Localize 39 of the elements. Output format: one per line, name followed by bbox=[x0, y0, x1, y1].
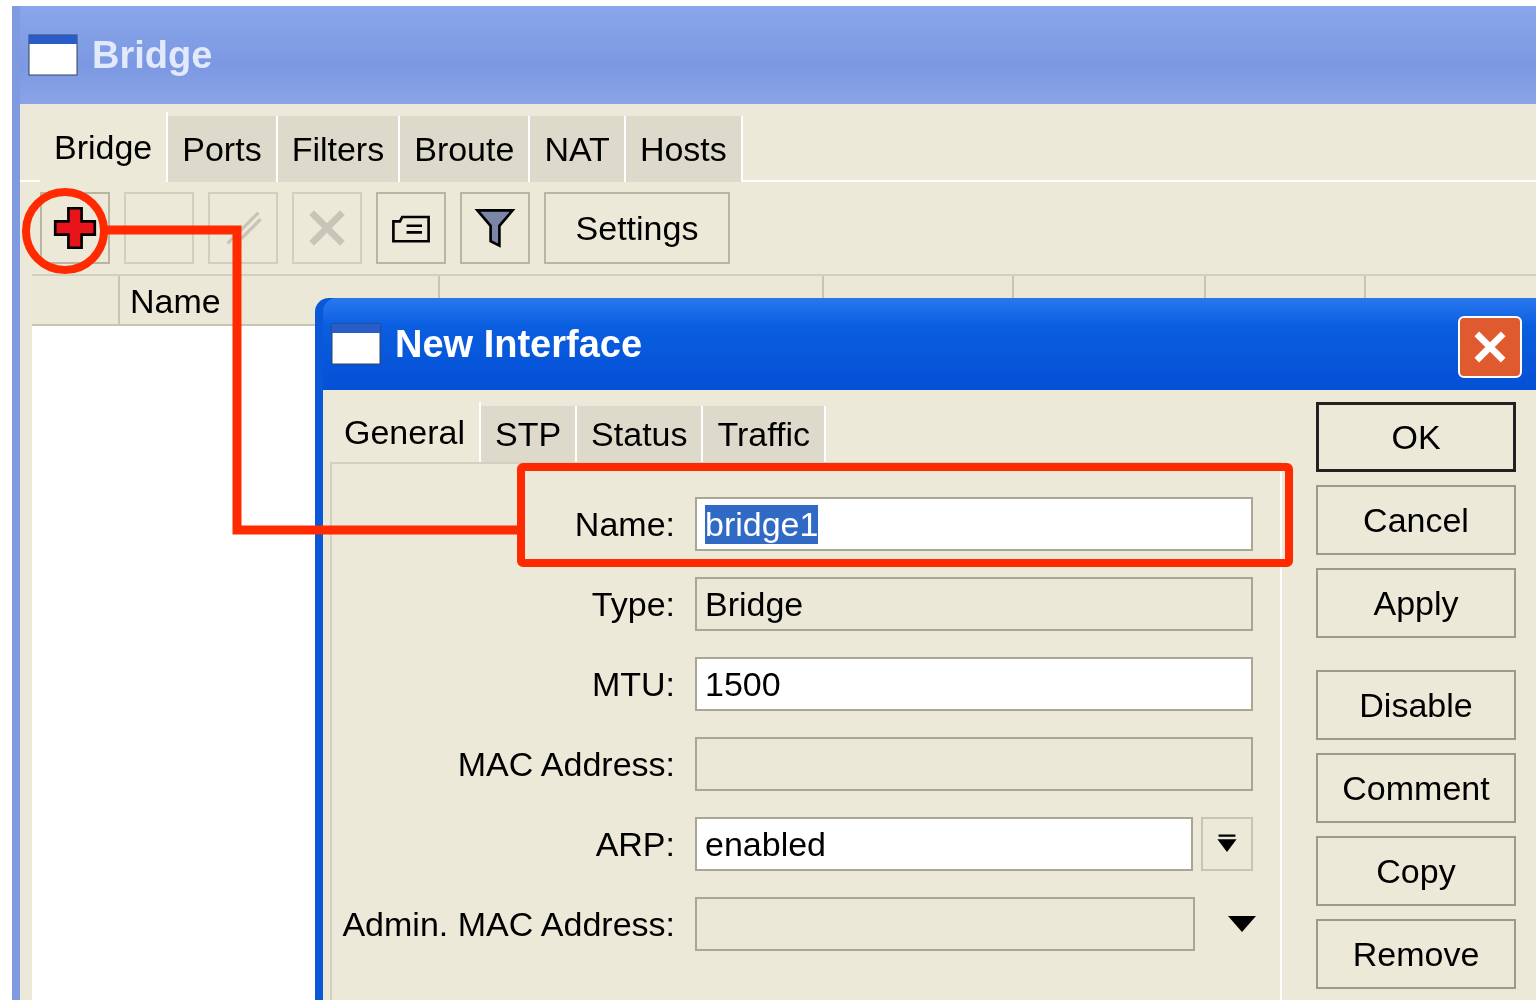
input-field[interactable] bbox=[695, 737, 1253, 791]
dialog-button[interactable]: Disable bbox=[1316, 670, 1516, 740]
input-field[interactable] bbox=[695, 897, 1195, 951]
tab[interactable]: Ports bbox=[168, 116, 278, 182]
close-button[interactable] bbox=[1458, 316, 1522, 378]
dropdown-button[interactable] bbox=[1201, 817, 1253, 871]
dropdown-field[interactable]: enabled bbox=[695, 817, 1193, 871]
settings-button[interactable]: Settings bbox=[544, 192, 730, 264]
tab[interactable]: STP bbox=[480, 406, 578, 462]
toolbar-button[interactable] bbox=[460, 192, 530, 264]
dialog-button[interactable]: Copy bbox=[1316, 836, 1516, 906]
tab[interactable]: Hosts bbox=[625, 116, 743, 182]
input-field[interactable]: Bridge bbox=[695, 577, 1253, 631]
field-label: Type: bbox=[590, 584, 675, 624]
field-label: ARP: bbox=[594, 824, 675, 864]
input-field[interactable]: 1500 bbox=[695, 657, 1253, 711]
window-title: Bridge bbox=[92, 33, 213, 77]
dialog-button[interactable]: OK bbox=[1316, 402, 1516, 472]
dropdown-arrow-icon[interactable] bbox=[1227, 914, 1257, 934]
tab[interactable]: NAT bbox=[530, 116, 626, 182]
filter-icon bbox=[473, 206, 517, 250]
toolbar-button[interactable] bbox=[376, 192, 446, 264]
dialog-button[interactable]: Remove bbox=[1316, 919, 1516, 989]
dialog-button[interactable]: Cancel bbox=[1316, 485, 1516, 555]
field-label: Name: bbox=[573, 504, 675, 544]
plus-icon bbox=[53, 206, 97, 250]
field-label: MAC Address: bbox=[456, 744, 675, 784]
window-icon bbox=[28, 34, 78, 76]
tab[interactable]: Broute bbox=[400, 116, 531, 182]
tab[interactable]: Filters bbox=[277, 116, 401, 182]
dialog-button[interactable]: Comment bbox=[1316, 753, 1516, 823]
input-field[interactable]: bridge1 bbox=[695, 497, 1253, 551]
dialog-button[interactable]: Apply bbox=[1316, 568, 1516, 638]
tab[interactable]: Traffic bbox=[703, 406, 827, 462]
field-label: MTU: bbox=[590, 664, 675, 704]
field-label: Admin. MAC Address: bbox=[341, 904, 675, 944]
tab[interactable]: Status bbox=[577, 406, 704, 462]
tab[interactable]: Bridge bbox=[40, 112, 169, 182]
window-icon bbox=[331, 323, 381, 365]
